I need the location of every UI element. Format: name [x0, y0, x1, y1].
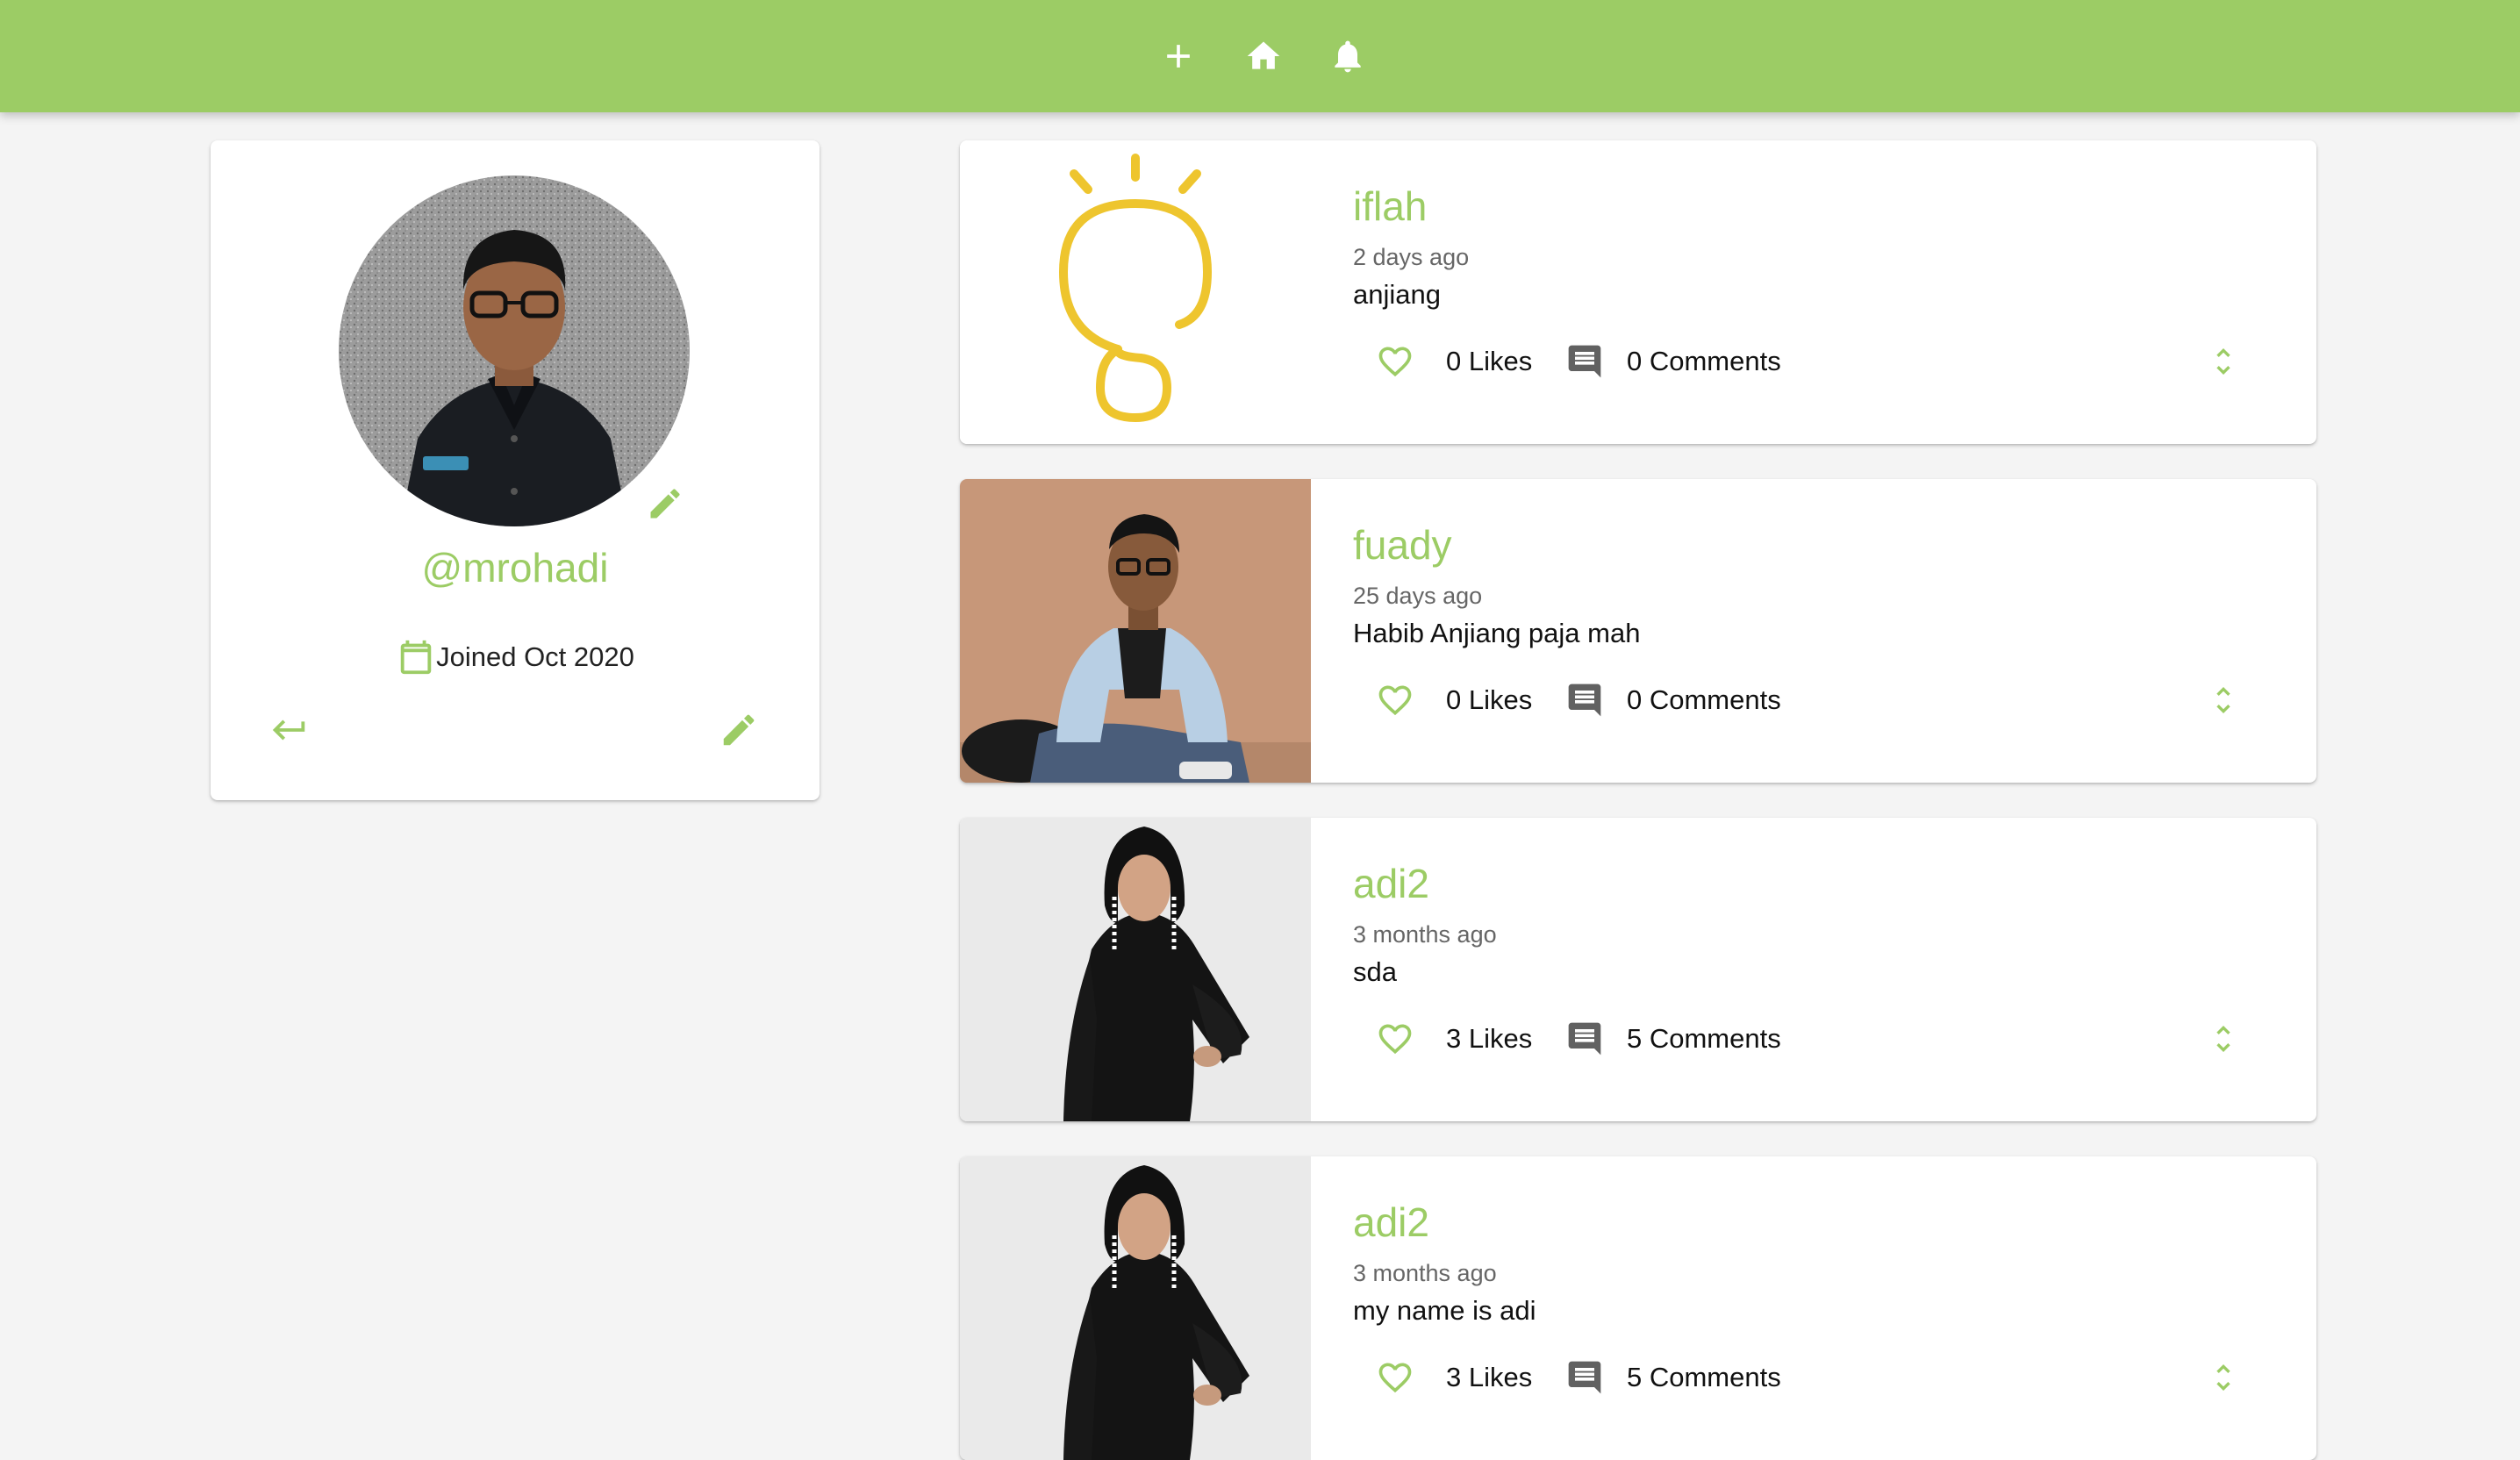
post-body: sda — [1353, 956, 1397, 987]
lightbulb-image — [960, 140, 1311, 444]
post-username[interactable]: fuady — [1353, 521, 1452, 569]
post-time: 25 days ago — [1353, 583, 1483, 609]
joined-text: Joined Oct 2020 — [436, 641, 634, 672]
comments-count: 5 Comments — [1627, 1362, 1781, 1392]
add-icon — [1167, 45, 1190, 68]
comments-count: 5 Comments — [1627, 1023, 1781, 1054]
comment-icon — [1568, 345, 1601, 378]
post-body: my name is adi — [1353, 1295, 1536, 1326]
man-denim-jacket-photo — [960, 479, 1311, 783]
heart-outline-icon — [1378, 1024, 1412, 1055]
avatar — [339, 175, 690, 526]
notifications-button[interactable] — [1321, 30, 1374, 82]
edit-icon — [723, 714, 755, 746]
avatar-edit-button[interactable] — [642, 481, 688, 526]
post-image — [960, 140, 1311, 444]
post-card: fuady 25 days ago Habib Anjiang paja mah… — [960, 479, 2316, 783]
post-time: 3 months ago — [1353, 1260, 1497, 1286]
like-button[interactable] — [1369, 1013, 1421, 1065]
post-card: adi2 3 months ago sda 3 Likes 5 Comments — [960, 818, 2316, 1121]
edit-icon — [650, 489, 680, 519]
comments-count: 0 Comments — [1627, 684, 1781, 715]
edit-profile-button[interactable] — [712, 704, 765, 756]
expand-button[interactable] — [2197, 1351, 2250, 1404]
profile-handle[interactable]: @mrohadi — [211, 544, 820, 591]
like-button[interactable] — [1369, 335, 1421, 388]
post-body: Habib Anjiang paja mah — [1353, 618, 1641, 648]
post-image — [960, 479, 1311, 783]
add-button[interactable] — [1152, 30, 1205, 82]
comment-button[interactable] — [1558, 335, 1611, 388]
likes-count: 3 Likes — [1446, 1023, 1533, 1054]
comment-icon — [1568, 683, 1601, 717]
profile-card: @mrohadi Joined Oct 2020 — [211, 140, 820, 800]
unfold-more-icon — [2216, 1364, 2230, 1391]
heart-outline-icon — [1378, 685, 1412, 716]
notifications-icon — [1335, 40, 1361, 73]
comment-button[interactable] — [1558, 674, 1611, 726]
likes-count: 3 Likes — [1446, 1362, 1533, 1392]
profile-photo — [339, 175, 690, 526]
home-icon — [1247, 41, 1280, 69]
unfold-more-icon — [2216, 1026, 2230, 1052]
home-button[interactable] — [1237, 30, 1290, 82]
joined-date: Joined Oct 2020 — [211, 637, 820, 677]
post-username[interactable]: iflah — [1353, 182, 1427, 230]
app-bar — [0, 0, 2520, 112]
like-button[interactable] — [1369, 674, 1421, 726]
post-card: adi2 3 months ago my name is adi 3 Likes… — [960, 1156, 2316, 1460]
calendar-icon — [400, 640, 432, 675]
woman-black-dress-photo — [960, 1156, 1311, 1460]
expand-button[interactable] — [2197, 674, 2250, 726]
unfold-more-icon — [2216, 687, 2230, 713]
comments-count: 0 Comments — [1627, 346, 1781, 376]
keyboard-return-icon — [272, 719, 305, 741]
post-image — [960, 818, 1311, 1121]
post-username[interactable]: adi2 — [1353, 1199, 1429, 1246]
comment-button[interactable] — [1558, 1013, 1611, 1065]
heart-outline-icon — [1378, 347, 1412, 377]
post-time: 2 days ago — [1353, 244, 1470, 270]
expand-button[interactable] — [2197, 1013, 2250, 1065]
likes-count: 0 Likes — [1446, 346, 1533, 376]
expand-button[interactable] — [2197, 335, 2250, 388]
comment-icon — [1568, 1361, 1601, 1394]
post-card: iflah 2 days ago anjiang 0 Likes 0 Comme… — [960, 140, 2316, 444]
post-time: 3 months ago — [1353, 921, 1497, 948]
post-body: anjiang — [1353, 279, 1441, 310]
comment-icon — [1568, 1022, 1601, 1056]
unfold-more-icon — [2216, 348, 2230, 375]
post-username[interactable]: adi2 — [1353, 860, 1429, 907]
heart-outline-icon — [1378, 1363, 1412, 1393]
logout-button[interactable] — [263, 704, 316, 756]
woman-black-dress-photo — [960, 818, 1311, 1121]
like-button[interactable] — [1369, 1351, 1421, 1404]
post-image — [960, 1156, 1311, 1460]
likes-count: 0 Likes — [1446, 684, 1533, 715]
comment-button[interactable] — [1558, 1351, 1611, 1404]
